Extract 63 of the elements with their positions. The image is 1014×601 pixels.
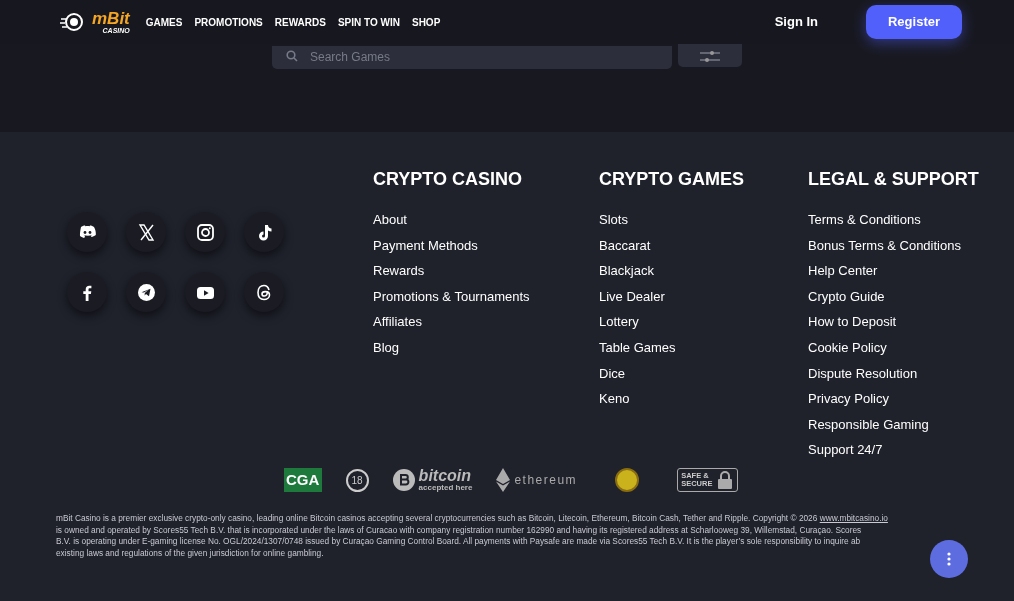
- nav-link[interactable]: PROMOTIONS: [194, 14, 263, 30]
- footer-link[interactable]: Live Dealer: [599, 283, 808, 310]
- filter-icon: [699, 49, 721, 62]
- more-button[interactable]: [930, 540, 968, 578]
- footer-link[interactable]: Dice: [599, 360, 808, 387]
- footer-link[interactable]: Promotions & Tournaments: [373, 283, 599, 310]
- nav-link[interactable]: GAMES: [145, 14, 183, 30]
- footer-link[interactable]: Dispute Resolution: [808, 360, 1008, 387]
- more-icon: [947, 552, 951, 566]
- bitcoin-icon: [392, 469, 415, 491]
- footer-link[interactable]: Support 24/7: [808, 437, 1008, 463]
- footer-link[interactable]: Cookie Policy: [808, 334, 1008, 361]
- age-badge: 18: [345, 468, 369, 492]
- footer-link[interactable]: Blog: [373, 334, 599, 361]
- website-link[interactable]: www.mbitcasino.io: [819, 513, 888, 523]
- instagram-button[interactable]: [185, 212, 225, 252]
- nav-link[interactable]: SHOP: [411, 14, 441, 30]
- footer-link[interactable]: Rewards: [373, 258, 599, 284]
- youtube-button[interactable]: [185, 272, 225, 312]
- footer-link[interactable]: Affiliates: [373, 309, 599, 335]
- register-button[interactable]: Register: [866, 5, 962, 39]
- nav-link[interactable]: REWARDS: [274, 14, 326, 30]
- footer-link[interactable]: Bonus Terms & Conditions: [808, 232, 1008, 259]
- filter-button[interactable]: [678, 44, 742, 67]
- cga-badge: CGA: [283, 468, 322, 492]
- ethereum-icon: [496, 468, 511, 492]
- footer-link[interactable]: Help Center: [808, 258, 1008, 284]
- footer-link[interactable]: Responsible Gaming: [808, 411, 1008, 438]
- nav-link[interactable]: SPIN TO WIN: [337, 14, 400, 30]
- column-heading: CRYPTO CASINO: [373, 168, 524, 191]
- x-button[interactable]: [126, 212, 166, 252]
- footer-link[interactable]: Blackjack: [599, 258, 808, 284]
- footer-link[interactable]: Payment Methods: [373, 232, 599, 259]
- sign-in-link[interactable]: Sign In: [774, 12, 818, 32]
- search-field[interactable]: Search Games: [272, 45, 672, 69]
- padlock-icon: [716, 470, 735, 490]
- footer-link[interactable]: Lottery: [599, 309, 808, 335]
- bitcoin-label: bitcoin: [418, 468, 473, 483]
- column-heading: LEGAL & SUPPORT: [808, 168, 980, 191]
- footer-link[interactable]: Crypto Guide: [808, 283, 1008, 310]
- logo[interactable]: mBit: [92, 10, 130, 27]
- footer-link[interactable]: Table Games: [599, 334, 808, 361]
- facebook-button[interactable]: [67, 272, 107, 312]
- footer-link[interactable]: Keno: [599, 386, 808, 412]
- column-heading: CRYPTO GAMES: [599, 168, 746, 191]
- footer-link[interactable]: Terms & Conditions: [808, 207, 1008, 233]
- threads-button[interactable]: [244, 272, 284, 312]
- search-icon: [286, 50, 298, 62]
- discord-button[interactable]: [67, 212, 107, 252]
- ethereum-label: ethereum: [514, 472, 578, 489]
- mascot-icon: [60, 12, 84, 32]
- tiktok-button[interactable]: [244, 212, 284, 252]
- footer-link[interactable]: Baccarat: [599, 232, 808, 259]
- telegram-button[interactable]: [126, 272, 166, 312]
- camera-icon: [194, 221, 216, 243]
- bitcoin-caption: accepted here: [418, 483, 473, 492]
- paper-plane-icon: [135, 281, 157, 303]
- seal-icon: [615, 468, 640, 492]
- footer-link[interactable]: How to Deposit: [808, 309, 1008, 335]
- footer-link[interactable]: Slots: [599, 207, 808, 233]
- footer-link[interactable]: About: [373, 207, 599, 233]
- footer-link[interactable]: Privacy Policy: [808, 386, 1008, 412]
- legal-text: mBit Casino is a premier exclusive crypto-only casino, leading online Bitcoin casinos accepting several cryptocurrencies such as Bitcoin, Litecoin, Ethereum, Bitcoin Cash, Tether and Ripple. Copyright © 2026 www.mbitcasino.io is owned and operated by Scores55 Tech B.V. that is incorporated under the laws of Curacao with company registration number 162990 and having its registered address at Scharlooweg 39, Willemstad, Curaçao. Scores B.V. is operating under E-gaming license No. OGL/2024/1307/0748 issued by Curaçao Gaming Control Board. All payments with Paysafe are made via Scores55 Tech B.V. It is the player’s sole responsibility to inquire ab existing laws and regulations of the given jurisdiction for online gambling.: [55, 513, 889, 559]
